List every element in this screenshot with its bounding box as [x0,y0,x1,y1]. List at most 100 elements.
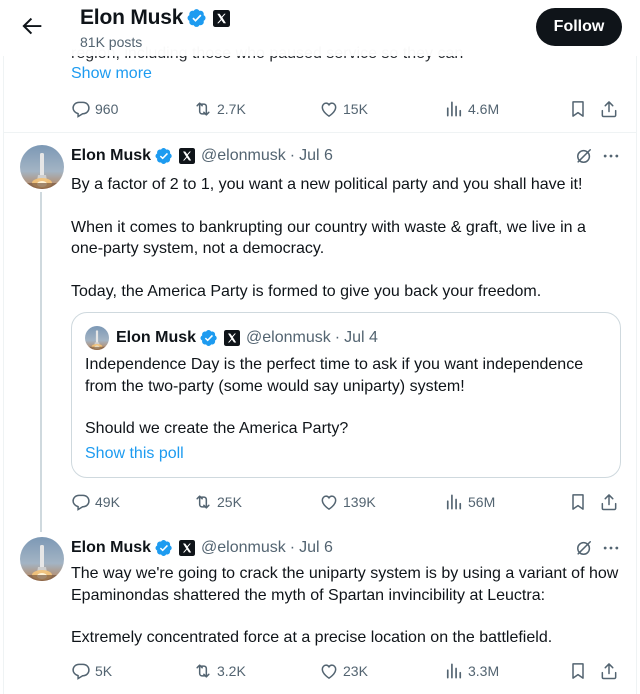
profile-header: Elon Musk 81K posts Follow [0,0,640,56]
more-icon[interactable] [601,146,621,166]
repost-icon [193,661,213,681]
avatar[interactable] [20,537,64,581]
separator-dot: · [334,329,341,346]
tweet-actions: 49K 25K 139K 56M [71,490,621,514]
views-icon [444,492,464,512]
x-logo-icon [179,540,195,556]
reply-button[interactable]: 5K [71,659,112,683]
bookmark-button[interactable] [568,659,592,683]
quoted-author-handle: @elonmusk [246,329,331,346]
author-name[interactable]: Elon Musk [71,539,151,557]
share-icon [599,99,619,119]
views-button[interactable]: 56M [444,490,495,514]
share-button[interactable] [599,659,623,683]
show-more-link[interactable]: Show more [71,65,152,83]
bookmark-button[interactable] [568,490,592,514]
reply-button[interactable]: 960 [71,97,118,121]
show-poll-link[interactable]: Show this poll [85,445,184,463]
like-button[interactable]: 23K [319,659,368,683]
repost-count: 2.7K [217,101,246,117]
like-icon [319,99,339,119]
repost-count: 25K [217,494,242,510]
author-handle[interactable]: @elonmusk [201,539,286,557]
separator-dot: · [289,147,296,164]
views-count: 3.3M [468,663,500,679]
quoted-paragraph: Should we create the America Party? [85,420,349,437]
more-icon[interactable] [601,538,621,558]
bookmark-icon [568,661,588,681]
reply-button[interactable]: 49K [71,490,120,514]
repost-button[interactable]: 3.2K [193,659,246,683]
reply-icon [71,99,91,119]
like-icon [319,661,339,681]
header-title-row: Elon Musk [80,5,230,31]
quoted-tweet-date: Jul 4 [344,329,378,346]
tweet-paragraph: Extremely concentrated force at a precis… [71,629,553,646]
tweet-date[interactable]: Jul 6 [299,539,333,557]
verified-badge-icon [200,329,218,347]
quoted-tweet[interactable]: Elon Musk @elonmusk · Jul 4 Independence… [71,312,621,478]
like-button[interactable]: 139K [319,490,376,514]
tweet-paragraph: Today, the America Party is formed to gi… [71,282,542,300]
x-logo-icon [213,10,230,27]
share-icon [599,492,619,512]
like-button[interactable]: 15K [319,97,368,121]
quoted-header: Elon Musk @elonmusk · Jul 4 [116,327,378,349]
tweet-paragraph: The way we're going to crack the unipart… [71,565,619,604]
verified-badge-icon [187,8,207,28]
tweet-paragraph: By a factor of 2 to 1, you want a new po… [71,176,583,193]
thread-connector [40,192,42,532]
views-count: 56M [468,494,496,510]
like-count: 15K [343,101,368,117]
x-logo-icon [179,148,195,164]
views-icon [444,661,464,681]
repost-button[interactable]: 2.7K [193,97,246,121]
views-count: 4.6M [468,101,500,117]
reply-count: 960 [95,101,119,117]
views-button[interactable]: 4.6M [444,97,499,121]
like-icon [319,492,339,512]
share-button[interactable] [599,97,623,121]
reply-icon [71,492,91,512]
tweet-header: Elon Musk @elonmusk · Jul 6 [71,537,333,559]
tweet-divider [4,132,636,133]
like-count: 139K [343,494,376,510]
reply-count: 5K [95,663,113,679]
author-name[interactable]: Elon Musk [71,147,151,165]
views-icon [444,99,464,119]
tweet-text: By a factor of 2 to 1, you want a new po… [71,174,621,302]
bookmark-button[interactable] [568,97,592,121]
quoted-author-name: Elon Musk [116,329,197,346]
tweet-paragraph: When it comes to bankrupting our country… [71,218,586,258]
like-count: 23K [343,663,368,679]
bookmark-icon [568,99,588,119]
tweet-text: The way we're going to crack the unipart… [71,563,621,649]
column-border-left [3,0,4,694]
share-button[interactable] [599,490,623,514]
avatar[interactable] [20,145,64,189]
quoted-paragraph: Independence Day is the perfect time to … [85,356,584,395]
verified-badge-icon [155,539,173,557]
follow-button[interactable]: Follow [536,8,622,46]
page-title: Elon Musk [80,6,184,29]
verified-badge-icon [155,147,173,165]
separator-dot: · [289,539,296,556]
back-arrow-icon[interactable] [18,12,46,40]
grok-icon[interactable] [574,146,594,166]
reply-icon [71,661,91,681]
repost-button[interactable]: 25K [193,490,242,514]
tweet-date[interactable]: Jul 6 [299,147,333,165]
views-button[interactable]: 3.3M [444,659,499,683]
repost-icon [193,99,213,119]
share-icon [599,661,619,681]
post-count: 81K posts [80,34,143,50]
reply-count: 49K [95,494,120,510]
column-border-right [636,0,637,694]
x-logo-icon [224,330,240,346]
profile-timeline: region, including those who paused servi… [0,0,640,694]
repost-icon [193,492,213,512]
grok-icon[interactable] [574,538,594,558]
author-handle[interactable]: @elonmusk [201,147,286,165]
quoted-avatar [85,326,109,350]
tweet-header: Elon Musk @elonmusk · Jul 6 [71,145,333,167]
